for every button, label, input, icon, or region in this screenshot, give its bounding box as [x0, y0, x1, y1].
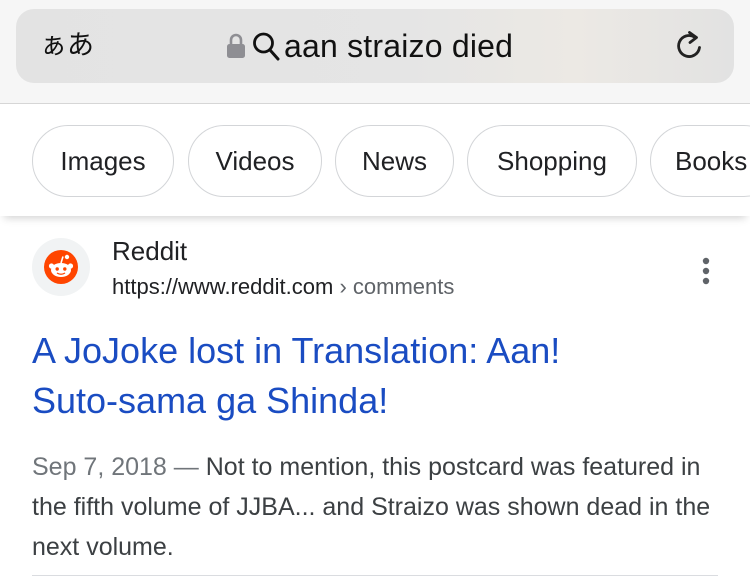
search-icon — [253, 32, 280, 61]
chip-books[interactable]: Books — [650, 125, 750, 197]
result-url: https://www.reddit.com — [112, 274, 334, 299]
result-divider — [32, 575, 718, 576]
result-source-name[interactable]: Reddit — [112, 236, 187, 267]
result-title-line-1: A JoJoke lost in Translation: Aan! — [32, 330, 561, 371]
more-vert-icon[interactable] — [696, 256, 716, 288]
chip-news[interactable]: News — [335, 125, 454, 197]
result-snippet: Sep 7, 2018 — Not to mention, this postc… — [32, 447, 732, 567]
result-date-separator: — — [173, 453, 199, 481]
result-title-link[interactable]: A JoJoke lost in Translation: Aan! Suto-… — [32, 326, 722, 426]
reddit-logo-icon — [44, 250, 78, 284]
url-field[interactable]: aan straizo died — [226, 24, 513, 68]
result-breadcrumb: › comments — [339, 274, 455, 299]
page-settings-button[interactable]: ぁあ — [40, 28, 94, 64]
url-text: aan straizo died — [284, 28, 514, 64]
result-source-url[interactable]: https://www.reddit.com › comments — [112, 274, 454, 300]
lock-icon — [227, 33, 245, 58]
result-date: Sep 7, 2018 — [32, 453, 167, 481]
chip-shopping[interactable]: Shopping — [467, 125, 637, 197]
chip-images[interactable]: Images — [32, 125, 174, 197]
reddit-favicon — [32, 238, 90, 296]
chip-videos[interactable]: Videos — [188, 125, 322, 197]
search-filter-chips: Images Videos News Shopping Books — [0, 104, 750, 216]
browser-toolbar: ぁあ aan straizo died — [0, 0, 750, 104]
result-title-line-2: Suto-sama ga Shinda! — [32, 380, 389, 421]
reload-icon[interactable] — [672, 28, 708, 64]
